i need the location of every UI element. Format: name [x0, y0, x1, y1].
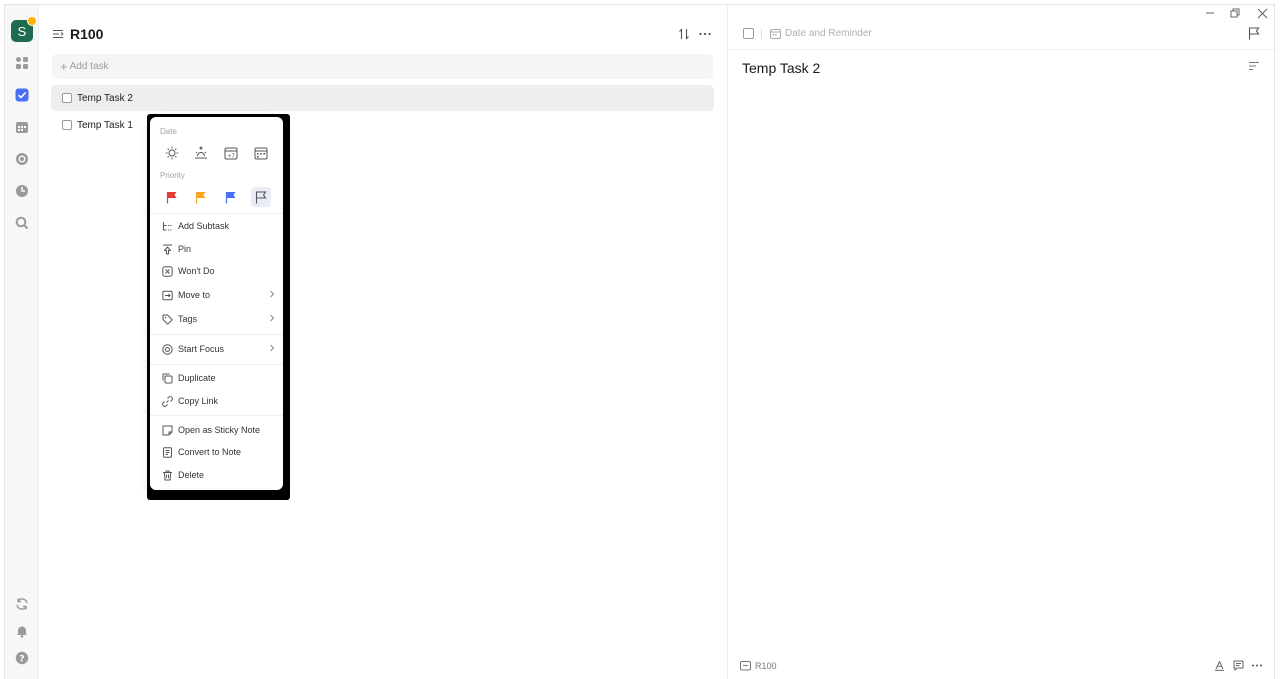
no-priority-flag-icon[interactable]: [251, 187, 271, 207]
add-task-input[interactable]: + Add task: [52, 54, 713, 79]
avatar-letter: S: [17, 23, 27, 39]
duplicate-label: Duplicate: [178, 373, 216, 383]
open-sticky-note-label: Open as Sticky Note: [178, 425, 261, 435]
tomorrow-sunrise-icon[interactable]: [191, 143, 211, 163]
add-task-placeholder: Add task: [69, 61, 109, 72]
date-reminder-button[interactable]: Date and Reminder: [785, 28, 872, 39]
plus-icon: +: [60, 59, 68, 74]
premium-badge-icon: [27, 16, 37, 26]
description-format-icon[interactable]: [1248, 61, 1260, 71]
medium-priority-flag-icon[interactable]: [191, 187, 211, 207]
divider: [761, 29, 762, 39]
chevron-right-icon: [269, 289, 275, 299]
sidebar-toggle-icon[interactable]: [52, 28, 64, 40]
add-subtask-label: Add Subtask: [178, 221, 230, 231]
help-icon[interactable]: ?: [11, 647, 33, 669]
wont-do-menu-item[interactable]: Won't Do: [150, 260, 283, 282]
task-list-panel: R100 + Add task Temp Task 2 Temp Task 1: [40, 5, 727, 679]
task-checkbox-nav-icon[interactable]: [11, 84, 33, 106]
high-priority-flag-icon[interactable]: [162, 187, 182, 207]
close-icon[interactable]: [1257, 8, 1268, 19]
move-to-menu-item[interactable]: Move to: [150, 284, 283, 306]
apps-grid-icon[interactable]: [11, 52, 33, 74]
search-icon[interactable]: [11, 212, 33, 234]
svg-text:?: ?: [19, 654, 24, 664]
detail-task-title[interactable]: Temp Task 2: [742, 60, 820, 76]
task-title: Temp Task 1: [77, 119, 133, 131]
note-icon: [162, 446, 173, 458]
subtask-icon: [162, 221, 173, 232]
task-context-menu: Date +7 Priority Add Subtask Pin Won't D…: [150, 117, 283, 490]
wont-do-label: Won't Do: [178, 266, 215, 276]
sync-icon[interactable]: [11, 593, 33, 615]
more-options-icon[interactable]: [698, 28, 712, 40]
text-format-icon[interactable]: [1214, 660, 1225, 671]
list-title: R100: [70, 26, 104, 42]
list-folder-icon: [740, 660, 751, 671]
task-detail-panel: Date and Reminder Temp Task 2 R100: [727, 5, 1277, 679]
pin-menu-item[interactable]: Pin: [150, 238, 283, 260]
next-week-calendar-icon[interactable]: +7: [221, 143, 241, 163]
tags-label: Tags: [178, 314, 198, 324]
wont-do-icon: [162, 265, 173, 277]
menu-divider: [150, 415, 283, 416]
priority-flag-icon[interactable]: [1248, 27, 1260, 40]
minimize-icon[interactable]: [1204, 5, 1216, 19]
copy-link-label: Copy Link: [178, 396, 219, 406]
svg-text:+7: +7: [227, 154, 234, 160]
low-priority-flag-icon[interactable]: [221, 187, 241, 207]
task-checkbox[interactable]: [62, 120, 72, 130]
focus-target-icon: [162, 343, 173, 355]
link-icon: [162, 395, 173, 407]
today-sun-icon[interactable]: [162, 143, 182, 163]
task-row[interactable]: Temp Task 2: [51, 85, 714, 111]
comment-icon[interactable]: [1233, 660, 1244, 671]
copy-link-menu-item[interactable]: Copy Link: [150, 390, 283, 412]
menu-divider: [150, 364, 283, 365]
convert-to-note-menu-item[interactable]: Convert to Note: [150, 441, 283, 463]
delete-label: Delete: [178, 470, 205, 480]
nav-rail: S ?: [5, 5, 39, 679]
restore-icon[interactable]: [1229, 7, 1241, 19]
calendar-icon: [770, 28, 781, 39]
chevron-right-icon: [269, 343, 275, 353]
date-section-label: Date: [160, 127, 177, 136]
notification-bell-icon[interactable]: [11, 620, 33, 642]
chevron-right-icon: [269, 313, 275, 323]
move-to-label: Move to: [178, 290, 211, 300]
duplicate-icon: [162, 373, 173, 384]
trash-icon: [162, 470, 173, 481]
detail-checkbox[interactable]: [743, 28, 754, 39]
habit-nav-icon[interactable]: [11, 180, 33, 202]
open-sticky-note-menu-item[interactable]: Open as Sticky Note: [150, 419, 283, 441]
calendar-nav-icon[interactable]: [11, 116, 33, 138]
start-focus-label: Start Focus: [178, 344, 225, 354]
sort-icon[interactable]: [678, 28, 690, 40]
task-title: Temp Task 2: [77, 92, 133, 104]
duplicate-menu-item[interactable]: Duplicate: [150, 367, 283, 389]
menu-divider: [150, 213, 283, 214]
detail-list-name[interactable]: R100: [755, 661, 777, 671]
custom-date-calendar-icon[interactable]: [251, 143, 271, 163]
tags-menu-item[interactable]: Tags: [150, 308, 283, 330]
pin-icon: [162, 244, 173, 255]
priority-section-label: Priority: [160, 171, 185, 180]
add-subtask-menu-item[interactable]: Add Subtask: [150, 215, 283, 237]
start-focus-menu-item[interactable]: Start Focus: [150, 338, 283, 360]
pin-label: Pin: [178, 244, 192, 254]
focus-nav-icon[interactable]: [11, 148, 33, 170]
list-header: R100: [52, 25, 720, 45]
tag-icon: [162, 314, 173, 325]
detail-toolbar: Date and Reminder: [728, 5, 1277, 50]
convert-to-note-label: Convert to Note: [178, 447, 242, 457]
detail-more-icon[interactable]: [1251, 660, 1263, 671]
move-list-icon: [162, 290, 173, 301]
delete-menu-item[interactable]: Delete: [150, 464, 283, 486]
sticky-note-icon: [162, 425, 173, 436]
menu-divider: [150, 334, 283, 335]
task-checkbox[interactable]: [62, 93, 72, 103]
avatar[interactable]: S: [11, 16, 37, 42]
